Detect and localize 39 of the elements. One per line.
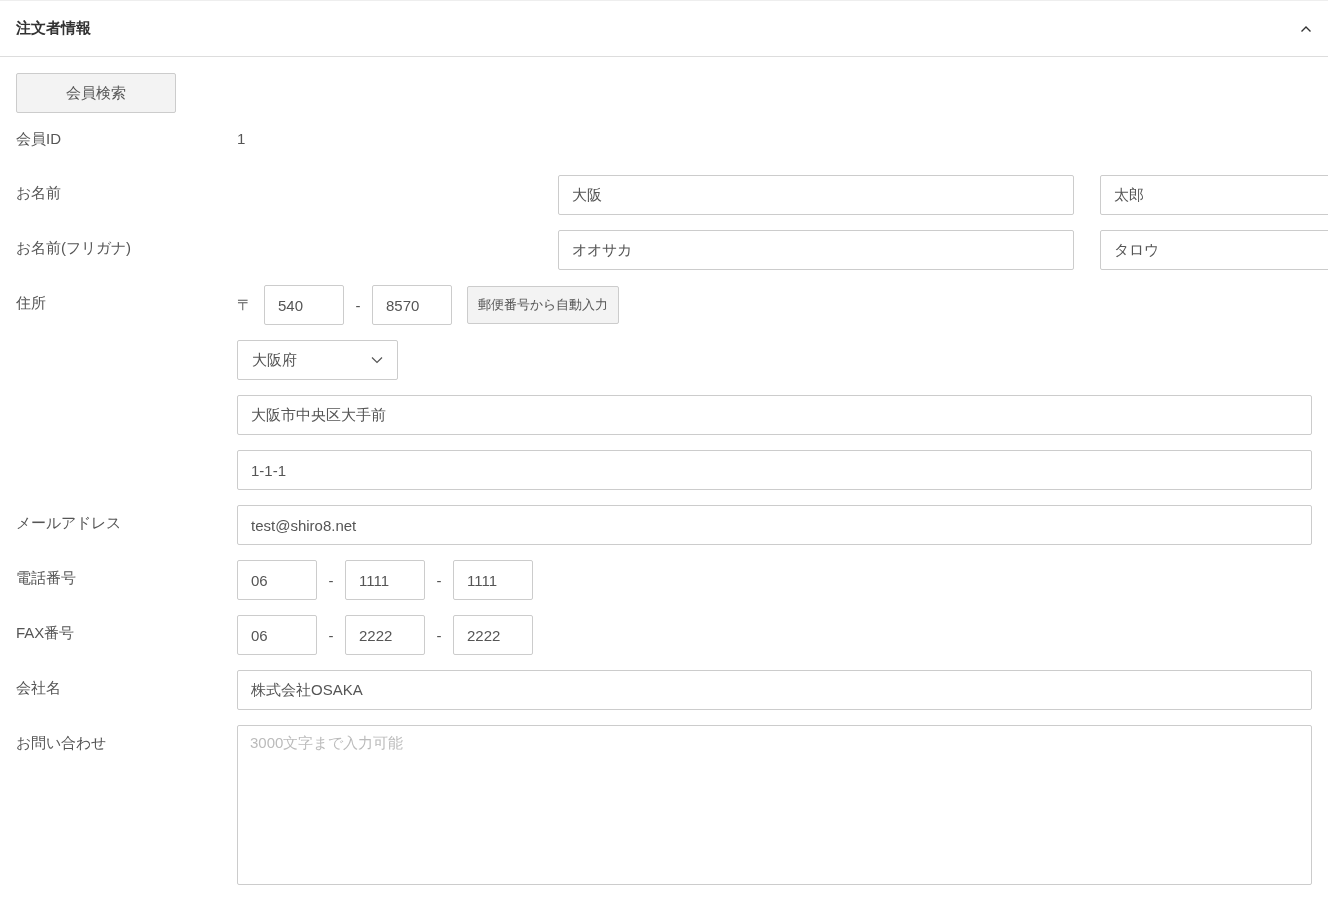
prefecture-select[interactable]: 大阪府 [237,340,398,380]
member-search-button[interactable]: 会員検索 [16,73,176,113]
text-field[interactable]: タロウ [1100,230,1328,270]
field-label: 会社名 [16,678,62,698]
separator: - [435,626,443,644]
collapse-caret-icon[interactable] [1300,24,1312,33]
text-field[interactable]: オオサカ [558,230,1074,270]
phone-field[interactable]: 1111 [345,560,425,600]
separator: - [327,571,335,589]
separator: - [435,571,443,589]
zip-field[interactable]: 540 [264,285,344,325]
field-label: メールアドレス [16,513,122,533]
text-field[interactable]: 株式会社OSAKA [237,670,1312,710]
member-id-value: 1 [237,129,247,149]
postal-mark: 〒 [237,295,253,315]
phone-field[interactable]: 1111 [453,560,533,600]
field-label: お名前(フリガナ) [16,238,132,258]
field-label: 住所 [16,293,47,313]
phone-field[interactable]: 06 [237,560,317,600]
text-field[interactable]: 太郎 [1100,175,1328,215]
chevron-icon [371,356,383,364]
separator: - [327,626,335,644]
field-label: お問い合わせ [16,733,107,753]
phone-field[interactable]: 2222 [453,615,533,655]
text-field[interactable]: 大阪市中央区大手前 [237,395,1312,435]
field-label: 電話番号 [16,568,77,588]
field-label: 会員ID [16,129,62,149]
panel-title: 注文者情報 [16,19,91,38]
text-field[interactable]: 1-1-1 [237,450,1312,490]
field-label: FAX番号 [16,623,76,643]
phone-field[interactable]: 2222 [345,615,425,655]
zip-field[interactable]: 8570 [372,285,452,325]
field-label: お名前 [16,183,62,203]
text-field[interactable]: 大阪 [558,175,1074,215]
separator: - [354,296,362,314]
autofill-button[interactable]: 郵便番号から自動入力 [467,286,619,324]
phone-field[interactable]: 06 [237,615,317,655]
text-field[interactable]: test@shiro8.net [237,505,1312,545]
inquiry-textarea[interactable]: 3000文字まで入力可能 [237,725,1312,885]
